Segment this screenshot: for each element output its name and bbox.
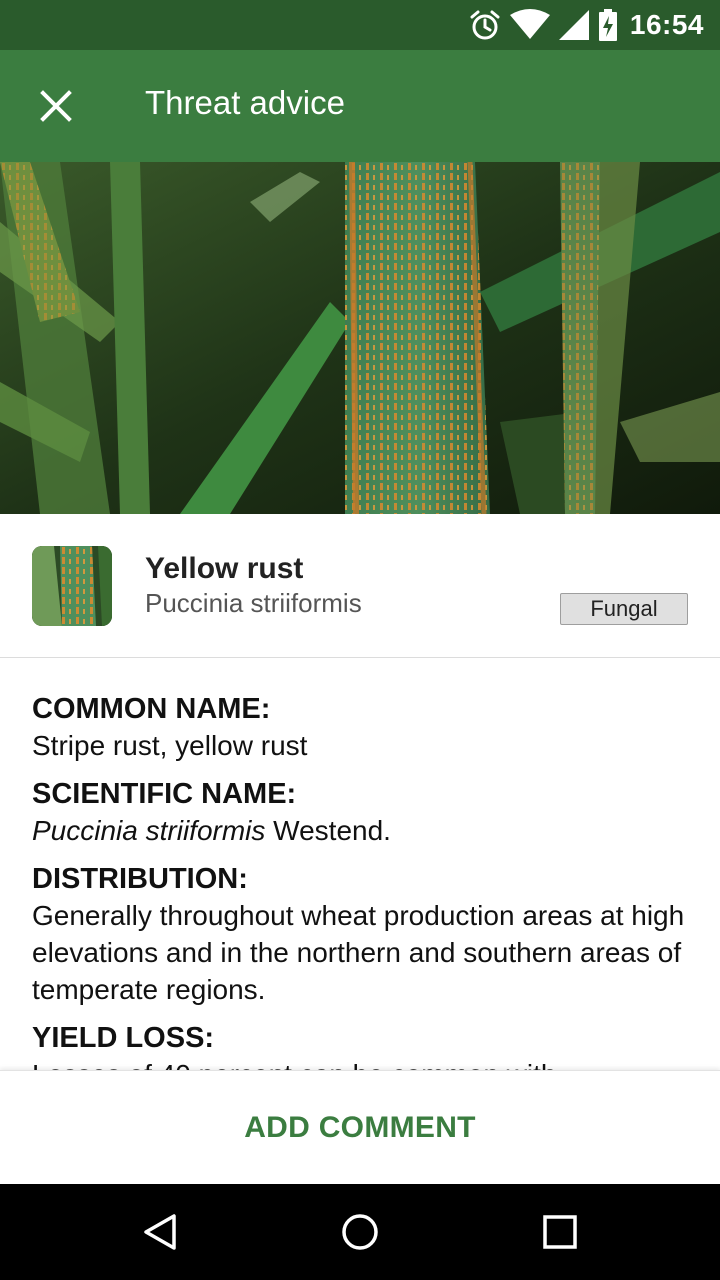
close-icon: [40, 90, 72, 122]
common-name-value: Stripe rust, yellow rust: [32, 730, 308, 761]
distribution-value: Generally throughout wheat production ar…: [32, 900, 685, 1005]
signal-icon: [558, 10, 589, 40]
close-button[interactable]: [20, 70, 92, 142]
app-bar: Threat advice: [0, 50, 720, 162]
battery-charging-icon: [598, 9, 617, 41]
distribution-label: DISTRIBUTION:: [32, 863, 248, 895]
action-bar: ADD COMMENT: [0, 1070, 720, 1184]
threat-name: Yellow rust: [145, 552, 304, 585]
threat-details[interactable]: COMMON NAME: Stripe rust, yellow rust SC…: [0, 659, 720, 1070]
threat-header: Yellow rust Puccinia striiformis Fungal: [0, 514, 720, 658]
wifi-icon: [509, 9, 550, 39]
add-comment-button[interactable]: ADD COMMENT: [244, 1111, 476, 1145]
status-bar: 16:54: [0, 0, 720, 50]
nav-back-button[interactable]: [120, 1202, 200, 1262]
threat-thumbnail: [32, 546, 112, 626]
alarm-icon: [470, 10, 500, 40]
threat-scientific-name: Puccinia striiformis: [145, 588, 362, 618]
page-title: Threat advice: [145, 84, 345, 121]
status-time: 16:54: [629, 9, 704, 40]
nav-recents-button[interactable]: [520, 1202, 600, 1262]
system-nav-bar: [0, 1184, 720, 1280]
recents-icon: [543, 1215, 577, 1249]
nav-home-button[interactable]: [320, 1202, 400, 1262]
threat-category-badge: Fungal: [560, 593, 688, 625]
back-icon: [144, 1214, 176, 1250]
common-name-label: COMMON NAME:: [32, 693, 271, 725]
scientific-name-italic: Puccinia striiformis: [32, 815, 266, 846]
scientific-name-value: Puccinia striiformis Westend.: [32, 812, 688, 849]
yield-loss-label: YIELD LOSS:: [32, 1022, 215, 1054]
yield-loss-value: Losses of 40 percent can be common with: [32, 1056, 688, 1070]
threat-hero-image: [0, 162, 720, 514]
scientific-name-author: Westend.: [265, 815, 391, 846]
scientific-name-label: SCIENTIFIC NAME:: [32, 778, 297, 810]
home-icon: [342, 1214, 378, 1250]
status-icons: 16:54: [468, 8, 704, 42]
